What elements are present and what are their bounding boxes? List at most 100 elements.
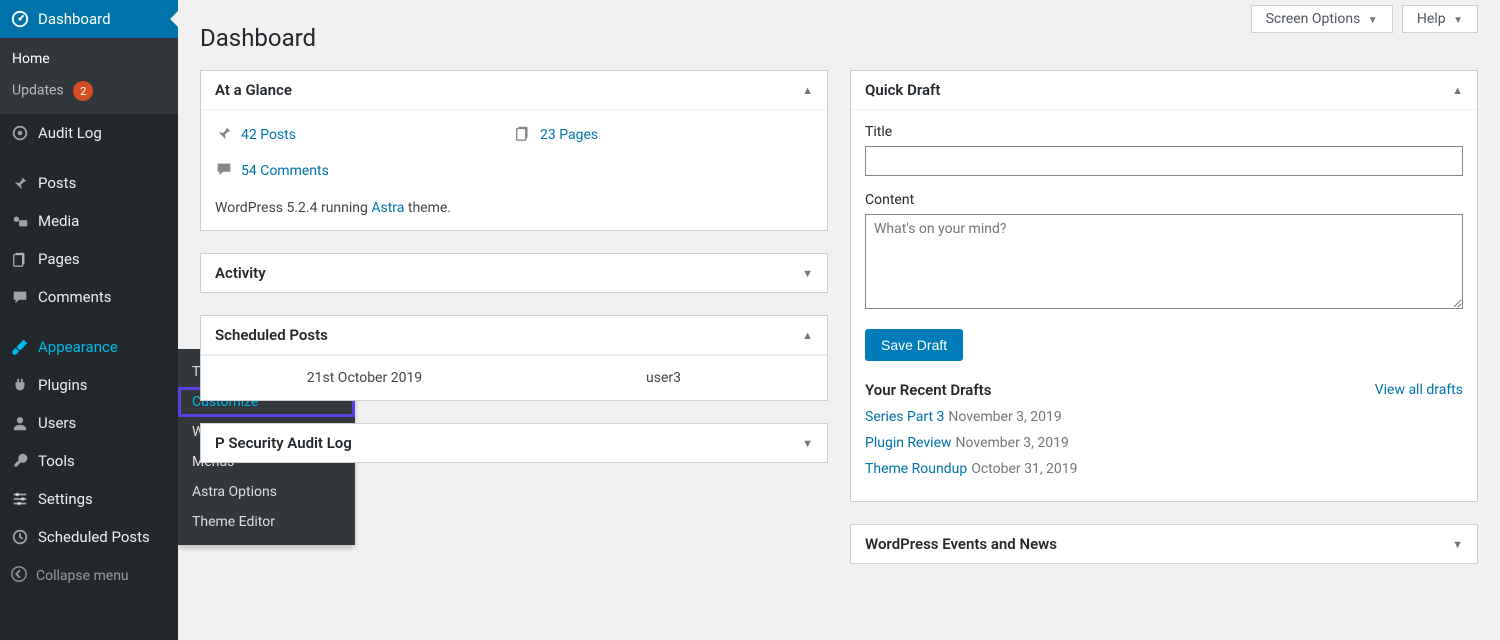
pin-icon [215,124,233,146]
comments-icon [215,160,233,182]
save-draft-button[interactable]: Save Draft [865,329,963,361]
draft-title-label: Title [865,124,1463,140]
collapse-up-icon: ▲ [802,329,813,342]
sidebar-subitem-updates[interactable]: Updates 2 [0,74,178,108]
glance-comments-link[interactable]: 54 Comments [241,163,329,179]
sidebar-item-plugins[interactable]: Plugins [0,366,178,404]
at-a-glance-header[interactable]: At a Glance ▲ [201,71,827,110]
box-title: WordPress Events and News [865,535,1057,553]
chevron-down-icon: ▼ [1368,15,1378,26]
sidebar-item-pages[interactable]: Pages [0,240,178,278]
at-a-glance-box: At a Glance ▲ 42 Posts [200,70,828,231]
sidebar-item-label: Posts [38,174,76,192]
media-icon [10,211,30,231]
draft-title-input[interactable] [865,146,1463,176]
schedule-icon [10,527,30,547]
at-a-glance-body: 42 Posts 23 Pages [201,110,827,230]
sidebar-item-label: Audit Log [38,124,102,142]
sidebar-item-tools[interactable]: Tools [0,442,178,480]
draft-content-label: Content [865,192,1463,208]
expand-down-icon: ▼ [802,267,813,280]
running-prefix: WordPress 5.2.4 running [215,200,371,216]
box-title: Activity [215,264,266,282]
draft-link[interactable]: Theme Roundup [865,461,967,477]
box-title: Scheduled Posts [215,326,328,344]
pin-icon [10,173,30,193]
sidebar-item-label: Appearance [38,338,118,356]
plug-icon [10,375,30,395]
sidebar-item-media[interactable]: Media [0,202,178,240]
sidebar-item-label: Tools [38,452,75,470]
collapse-menu[interactable]: Collapse menu [0,556,178,596]
draft-content-textarea[interactable] [865,214,1463,309]
sidebar-item-label: Media [38,212,79,230]
box-title: Quick Draft [865,81,940,99]
view-all-drafts-link[interactable]: View all drafts [1375,382,1463,398]
chevron-down-icon: ▼ [1453,15,1463,26]
collapse-icon [10,565,28,587]
sidebar-item-label: Comments [38,288,112,306]
scheduled-posts-header[interactable]: Scheduled Posts ▲ [201,316,827,355]
security-audit-log-box: P Security Audit Log ▼ [200,423,828,463]
draft-item: Theme RoundupOctober 31, 2019 [865,461,1463,477]
quick-draft-box: Quick Draft ▲ Title Content Save Draft Y… [850,70,1478,502]
wp-version-line: WordPress 5.2.4 running Astra theme. [215,200,813,216]
sidebar-submenu-dashboard: Home Updates 2 [0,38,178,114]
glance-pages-link[interactable]: 23 Pages [540,127,598,143]
screen-options-tab[interactable]: Screen Options ▼ [1251,5,1393,33]
glance-posts: 42 Posts [215,124,514,146]
collapse-up-icon: ▲ [1452,84,1463,97]
sidebar-item-label: Scheduled Posts [38,528,150,546]
sidebar-item-label: Plugins [38,376,87,394]
running-suffix: theme. [404,200,451,216]
comments-icon [10,287,30,307]
collapse-label: Collapse menu [36,568,129,584]
security-audit-log-header[interactable]: P Security Audit Log ▼ [201,424,827,462]
glance-pages: 23 Pages [514,124,813,146]
dashboard-column-right: Quick Draft ▲ Title Content Save Draft Y… [850,70,1478,586]
draft-date: November 3, 2019 [956,435,1069,451]
recent-drafts-heading: Your Recent Drafts [865,381,991,399]
collapse-up-icon: ▲ [802,84,813,97]
sidebar-subitem-home[interactable]: Home [0,44,178,74]
sidebar-item-label: Settings [38,490,93,508]
scheduled-posts-box: Scheduled Posts ▲ 21st October 2019 user… [200,315,828,401]
sidebar-item-appearance[interactable]: Appearance [0,328,178,366]
activity-header[interactable]: Activity ▼ [201,254,827,292]
main-content: Screen Options ▼ Help ▼ Dashboard At a G… [178,0,1500,640]
theme-link[interactable]: Astra [371,200,404,216]
sidebar-item-label: Dashboard [38,10,111,28]
quick-draft-header[interactable]: Quick Draft ▲ [851,71,1477,110]
sliders-icon [10,489,30,509]
glance-comments: 54 Comments [215,160,514,182]
wrench-icon [10,451,30,471]
brush-icon [10,337,30,357]
box-title: At a Glance [215,81,292,99]
sidebar-item-users[interactable]: Users [0,404,178,442]
sidebar-item-posts[interactable]: Posts [0,164,178,202]
sidebar-item-settings[interactable]: Settings [0,480,178,518]
draft-item: Plugin ReviewNovember 3, 2019 [865,435,1463,451]
sidebar-item-dashboard[interactable]: Dashboard [0,0,178,38]
box-title: P Security Audit Log [215,434,352,452]
sidebar-item-label: Pages [38,250,80,268]
draft-link[interactable]: Plugin Review [865,435,952,451]
user-icon [10,413,30,433]
glance-posts-link[interactable]: 42 Posts [241,127,296,143]
expand-down-icon: ▼ [802,437,813,450]
dashboard-column-left: At a Glance ▲ 42 Posts [200,70,828,586]
draft-date: November 3, 2019 [948,409,1061,425]
tab-label: Screen Options [1266,11,1361,27]
scheduled-date: 21st October 2019 [215,370,514,386]
sidebar-item-comments[interactable]: Comments [0,278,178,316]
wp-events-news-header[interactable]: WordPress Events and News ▼ [851,525,1477,563]
sidebar-item-audit-log[interactable]: Audit Log [0,114,178,152]
expand-down-icon: ▼ [1452,538,1463,551]
audit-log-icon [10,123,30,143]
sidebar-item-scheduled-posts[interactable]: Scheduled Posts [0,518,178,556]
help-tab[interactable]: Help ▼ [1402,5,1478,33]
draft-link[interactable]: Series Part 3 [865,409,944,425]
admin-sidebar: Dashboard Home Updates 2 Audit Log Posts… [0,0,178,640]
sidebar-subitem-label: Updates [12,83,64,99]
scheduled-user: user3 [514,370,813,386]
